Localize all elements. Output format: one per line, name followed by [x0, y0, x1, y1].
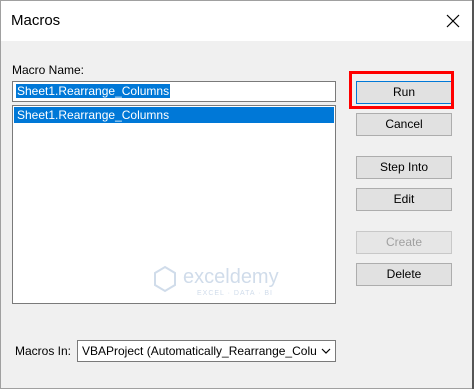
list-item[interactable]: Sheet1.Rearrange_Columns [14, 107, 334, 123]
run-highlight-box [349, 71, 454, 109]
macros-in-select[interactable]: VBAProject (Automatically_Rearrange_Colu [77, 340, 336, 362]
exceldemy-watermark-logo: exceldemy EXCEL · DATA · BI [154, 265, 279, 297]
step-into-button[interactable]: Step Into [356, 156, 452, 179]
chevron-down-icon[interactable] [317, 341, 335, 361]
svg-text:exceldemy: exceldemy [183, 266, 279, 288]
macro-name-input[interactable]: Sheet1.Rearrange_Columns [12, 81, 336, 102]
cancel-button[interactable]: Cancel [356, 113, 452, 136]
macros-dialog: Macros Macro Name: Sheet1.Rearrange_Colu… [0, 0, 474, 389]
macros-in-value: VBAProject (Automatically_Rearrange_Colu [82, 344, 317, 358]
close-button[interactable] [441, 9, 465, 33]
close-icon [446, 14, 460, 28]
title-bar: Macros [1, 1, 473, 41]
dialog-title: Macros [11, 12, 61, 29]
edit-button[interactable]: Edit [356, 188, 452, 211]
macros-in-label: Macros In: [15, 344, 72, 358]
macro-name-value: Sheet1.Rearrange_Columns [16, 84, 171, 98]
create-button: Create [356, 231, 452, 254]
svg-text:EXCEL · DATA · BI: EXCEL · DATA · BI [197, 290, 273, 297]
delete-button[interactable]: Delete [356, 263, 452, 286]
macro-name-label: Macro Name: [12, 63, 85, 77]
